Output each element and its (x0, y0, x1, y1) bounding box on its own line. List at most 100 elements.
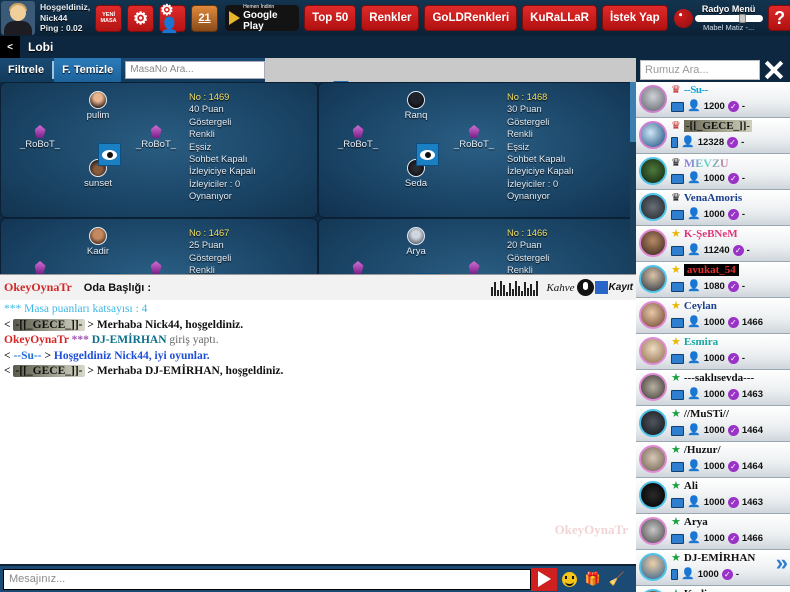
avatar[interactable] (639, 517, 667, 545)
colors-button[interactable]: Renkler (361, 5, 420, 31)
message-input[interactable]: Mesajınız... (3, 568, 531, 590)
user-name[interactable]: /Huzur/ (684, 444, 721, 456)
friends-settings-button[interactable]: ⚙👤 (159, 3, 187, 33)
kayit-label[interactable]: Kayıt (609, 282, 633, 293)
user-name[interactable]: Arya (684, 516, 708, 528)
emoji-button[interactable] (557, 567, 581, 591)
list-item[interactable]: ♛ VenaAmoris 👤 1000 ✓ - (636, 190, 790, 226)
kahve-label[interactable]: Kahve (546, 282, 574, 294)
new-table-button[interactable]: YENİ MASA (95, 4, 123, 32)
microphone-icon[interactable] (576, 279, 594, 296)
list-item[interactable]: ★ Esmira 👤 1000 ✓ - (636, 334, 790, 370)
radio-power-icon[interactable] (673, 8, 693, 28)
seat-left[interactable]: _RoBoT_ (9, 125, 71, 150)
clear-chat-button[interactable]: 🧹 (605, 567, 629, 591)
avatar[interactable] (639, 121, 667, 149)
filter-button[interactable]: Filtrele (0, 58, 52, 82)
list-item[interactable]: ♛ --Su-- 👤 1200 ✓ - (636, 82, 790, 118)
user-name[interactable]: Kadir (684, 588, 712, 592)
game-table-1467[interactable]: Kadir No : 1467 25 Puan Göstergeli Renkl… (0, 218, 318, 274)
user-name[interactable]: //MuSTi// (684, 408, 729, 420)
record-icon[interactable] (594, 281, 608, 294)
avatar[interactable] (1, 1, 35, 35)
list-item[interactable]: ★ Ceylan 👤 1000 ✓ 1466 (636, 298, 790, 334)
user-name[interactable]: avukat_54 (683, 264, 739, 276)
list-item[interactable]: ♛ -[[_GECE_]]- 👤 12328 ✓ - (636, 118, 790, 154)
clear-filter-button[interactable]: F. Temizle (54, 58, 122, 82)
user-list[interactable]: ♛ --Su-- 👤 1200 ✓ - ♛ -[[_GECE_]]- 👤 123… (636, 82, 790, 592)
avatar[interactable] (639, 481, 667, 509)
user-name[interactable]: -[[_GECE_]]- (683, 120, 753, 132)
seat-right[interactable] (125, 261, 187, 274)
chat-nickname[interactable]: -[[_GECE_]]- (13, 365, 85, 377)
google-play-button[interactable]: Hemen İndirin Google Play (225, 4, 300, 32)
list-item[interactable]: ★ K-ŞeBNeM 👤 11240 ✓ - (636, 226, 790, 262)
seat-right[interactable]: _RoBoT_ (125, 125, 187, 150)
seat-left[interactable] (9, 261, 71, 274)
send-button[interactable] (531, 567, 557, 591)
seat-left[interactable]: _RoBoT_ (327, 125, 389, 150)
next-page-icon[interactable]: » (776, 552, 788, 574)
online-count-button[interactable]: 21 (191, 4, 219, 32)
chat-joined-user[interactable]: DJ-EMİRHAN (92, 334, 167, 346)
game-table-1466[interactable]: Arya No : 1466 20 Puan Göstergeli Renkli… (318, 218, 636, 274)
seat-top[interactable]: pulim (67, 91, 129, 121)
gift-button[interactable]: 🎁 (581, 567, 605, 591)
avatar[interactable] (639, 193, 667, 221)
user-name[interactable]: VenaAmoris (684, 192, 742, 204)
chat-nickname[interactable]: -[[_GECE_]]- (13, 318, 85, 331)
list-item[interactable]: ★ Arya 👤 1000 ✓ 1466 (636, 514, 790, 550)
game-table-1468[interactable]: Ranq _RoBoT_ _RoBoT_ Seda No: 1468 30 P… (318, 82, 636, 218)
radio-volume-thumb[interactable] (738, 14, 746, 23)
list-item[interactable]: ★ /Huzur/ 👤 1000 ✓ 1464 (636, 442, 790, 478)
list-item[interactable]: ★ avukat_54 👤 1080 ✓ - (636, 262, 790, 298)
user-name[interactable]: K-ŞeBNeM (684, 228, 738, 240)
avatar[interactable] (639, 85, 667, 113)
table-number-search-input[interactable]: MasaNo Ara... (125, 61, 266, 79)
settings-button[interactable]: ⚙ (127, 4, 155, 32)
game-table-1469[interactable]: pulim _RoBoT_ _RoBoT_ sunset No: 1469 4… (0, 82, 318, 218)
seat-top[interactable]: Kadir (67, 227, 129, 257)
seat-top[interactable]: Arya (385, 227, 447, 257)
chat-messages[interactable]: *** Masa puanları katsayısı : 4 < -[[_GE… (0, 300, 636, 564)
user-name[interactable]: MEVZU (684, 156, 729, 171)
request-button[interactable]: İstek Yap (601, 5, 668, 31)
seat-left[interactable] (327, 261, 389, 274)
rules-button[interactable]: KuRaLLaR (522, 5, 597, 31)
avatar[interactable] (639, 373, 667, 401)
avatar[interactable] (639, 301, 667, 329)
avatar[interactable] (639, 157, 667, 185)
avatar[interactable] (639, 553, 667, 581)
seat-right[interactable] (443, 261, 505, 274)
user-name[interactable]: Ceylan (684, 300, 717, 312)
list-item[interactable]: ★ //MuSTi// 👤 1000 ✓ 1464 (636, 406, 790, 442)
avatar[interactable] (639, 445, 667, 473)
list-item[interactable]: ♛ MEVZU 👤 1000 ✓ - (636, 154, 790, 190)
radio-volume-slider[interactable] (694, 14, 763, 23)
user-name[interactable]: Ali (684, 480, 698, 492)
avatar[interactable] (639, 409, 667, 437)
user-name[interactable]: --Su-- (684, 84, 708, 96)
user-name[interactable]: ---saklısevda--- (684, 372, 754, 384)
radio-menu[interactable]: Radyo Menü Mabel Matiz -... (673, 4, 763, 32)
chat-nickname[interactable]: --Su-- (13, 350, 41, 362)
avatar[interactable] (639, 265, 667, 293)
back-button[interactable]: < (0, 36, 20, 58)
seat-right[interactable]: _RoBoT_ (443, 125, 505, 150)
list-item[interactable]: ★ Ali 👤 1000 ✓ 1463 (636, 478, 790, 514)
avatar[interactable] (639, 337, 667, 365)
watch-table-icon[interactable] (416, 143, 439, 166)
watch-table-icon[interactable] (98, 143, 121, 166)
list-item[interactable]: ★ ---saklısevda--- 👤 1000 ✓ 1463 (636, 370, 790, 406)
gold-colors-button[interactable]: GoLDRenkleri (424, 5, 518, 31)
help-button[interactable]: ? (767, 5, 790, 31)
close-icon[interactable] (760, 58, 786, 82)
user-name[interactable]: Esmira (684, 336, 718, 348)
top50-button[interactable]: Top 50 (304, 5, 357, 31)
user-name[interactable]: DJ-EMİRHAN (684, 552, 756, 564)
avatar[interactable] (639, 229, 667, 257)
list-item[interactable]: ★ DJ-EMİRHAN 👤 1000 ✓ - (636, 550, 790, 586)
nickname-search-input[interactable]: Rumuz Ara... (640, 60, 760, 80)
seat-top[interactable]: Ranq (385, 91, 447, 121)
list-item[interactable]: ★ Kadir 👤 1000 ✓ - (636, 586, 790, 592)
